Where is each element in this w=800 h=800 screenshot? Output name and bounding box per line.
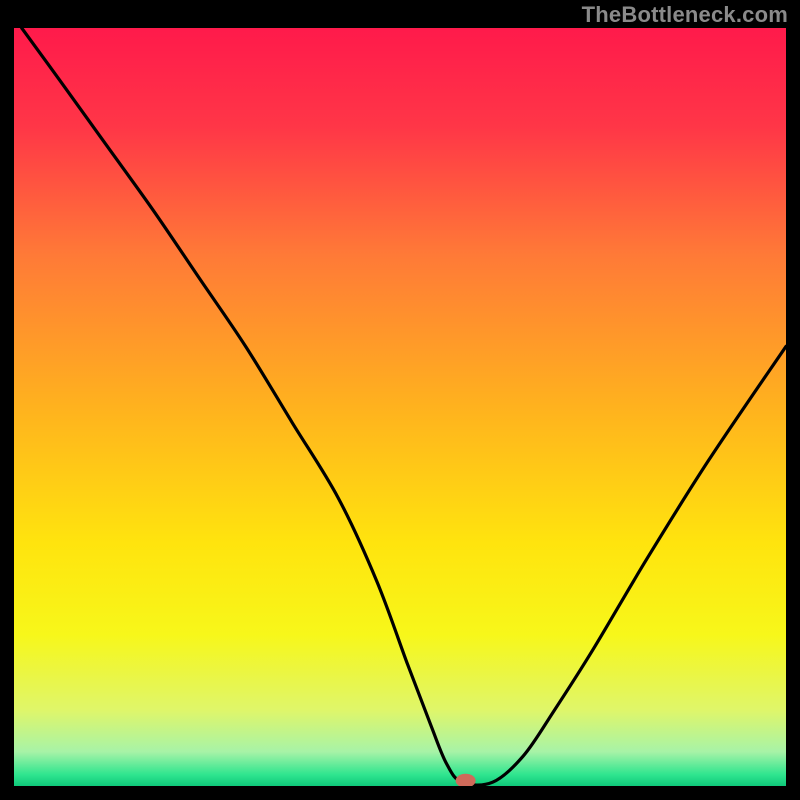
bottleneck-chart: [14, 28, 786, 786]
watermark-label: TheBottleneck.com: [582, 2, 788, 28]
gradient-background: [14, 28, 786, 786]
plot-area: [14, 28, 786, 786]
chart-stage: TheBottleneck.com: [0, 0, 800, 800]
